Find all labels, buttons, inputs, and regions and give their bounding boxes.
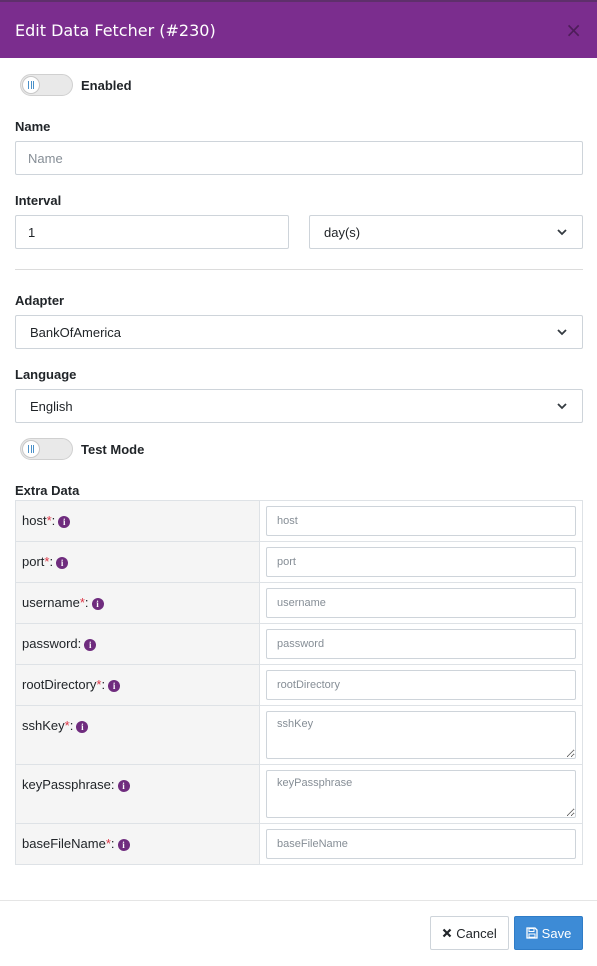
extra-data-basefilename-input[interactable] (266, 829, 576, 859)
chevron-down-icon (557, 229, 567, 236)
extra-data-key: rootDirectory (22, 677, 97, 692)
toggle-knob (22, 440, 40, 458)
info-icon[interactable]: i (58, 516, 71, 528)
extra-data-table: host*:iport*:iusername*:ipassword:irootD… (15, 500, 583, 865)
extra-data-key: port (22, 554, 45, 569)
extra-data-row: rootDirectory*: i (15, 664, 583, 706)
extra-data-key: password (22, 636, 78, 651)
key-colon: : (101, 677, 106, 692)
extra-data-value-cell (259, 623, 583, 665)
info-icon[interactable]: i (84, 639, 97, 651)
extra-data-username-input[interactable] (266, 588, 576, 618)
extra-data-key: username (22, 595, 80, 610)
extra-data-row: keyPassphrase: i (15, 764, 583, 824)
test-mode-toggle[interactable] (20, 438, 73, 460)
info-icon[interactable]: i (91, 598, 104, 610)
enabled-toggle-row: Enabled (20, 74, 132, 96)
extra-data-key-cell: host*: i (15, 500, 260, 542)
extra-data-key-cell: password: i (15, 623, 260, 665)
extra-data-row: baseFileName*: i (15, 823, 583, 865)
extra-data-key: baseFileName (22, 836, 106, 851)
test-mode-label: Test Mode (81, 441, 145, 457)
extra-data-key-cell: rootDirectory*: i (15, 664, 260, 706)
toggle-knob (22, 76, 40, 94)
extra-data-row: username*: i (15, 582, 583, 624)
extra-data-row: password: i (15, 623, 583, 665)
info-icon[interactable]: i (108, 680, 121, 692)
interval-value-input[interactable] (15, 215, 289, 249)
extra-data-sshkey-input[interactable] (266, 711, 576, 759)
extra-data-key-cell: baseFileName*: i (15, 823, 260, 865)
language-select[interactable]: English (15, 389, 583, 423)
chevron-down-icon (557, 403, 567, 410)
extra-data-key-cell: username*: i (15, 582, 260, 624)
key-colon: : (77, 636, 82, 651)
extra-data-key-cell: sshKey*: i (15, 705, 260, 765)
extra-data-host-input[interactable] (266, 506, 576, 536)
extra-data-keypassphrase-input[interactable] (266, 770, 576, 818)
test-mode-toggle-row: Test Mode (20, 438, 144, 460)
key-colon: : (84, 595, 89, 610)
extra-data-value-cell (259, 541, 583, 583)
name-input[interactable] (15, 141, 583, 175)
cancel-label: Cancel (456, 925, 497, 941)
extra-data-port-input[interactable] (266, 547, 576, 577)
extra-data-label: Extra Data (15, 483, 80, 498)
extra-data-row: host*: i (15, 500, 583, 542)
cancel-button[interactable]: Cancel (430, 916, 509, 950)
extra-data-key-cell: port*: i (15, 541, 260, 583)
info-icon[interactable]: i (76, 721, 89, 733)
extra-data-key: sshKey (22, 718, 65, 733)
adapter-label: Adapter (15, 293, 65, 308)
chevron-down-icon (557, 329, 567, 336)
extra-data-row: port*: i (15, 541, 583, 583)
extra-data-value-cell (259, 705, 583, 765)
info-icon[interactable]: i (117, 839, 130, 851)
key-colon: : (110, 836, 115, 851)
language-label: Language (15, 367, 77, 382)
times-icon (442, 928, 452, 938)
adapter-value: BankOfAmerica (30, 324, 122, 340)
interval-label: Interval (15, 193, 62, 208)
modal-header: Edit Data Fetcher (#230) × (0, 2, 597, 58)
extra-data-key: host (22, 513, 47, 528)
close-icon[interactable]: × (565, 20, 582, 40)
enabled-toggle[interactable] (20, 74, 73, 96)
extra-data-rootdirectory-input[interactable] (266, 670, 576, 700)
key-colon: : (51, 513, 56, 528)
extra-data-password-input[interactable] (266, 629, 576, 659)
extra-data-value-cell (259, 764, 583, 824)
key-colon: : (110, 777, 115, 792)
divider (15, 269, 583, 270)
extra-data-row: sshKey*: i (15, 705, 583, 765)
info-icon[interactable]: i (56, 557, 69, 569)
edit-data-fetcher-modal: Edit Data Fetcher (#230) × Enabled Name … (0, 0, 597, 966)
adapter-select[interactable]: BankOfAmerica (15, 315, 583, 349)
save-label: Save (541, 925, 572, 941)
floppy-disk-icon (526, 927, 538, 939)
language-value: English (30, 398, 73, 414)
extra-data-value-cell (259, 823, 583, 865)
name-label: Name (15, 119, 51, 134)
info-icon[interactable]: i (117, 780, 130, 792)
interval-unit-value: day(s) (324, 224, 361, 240)
extra-data-key-cell: keyPassphrase: i (15, 764, 260, 824)
extra-data-value-cell (259, 582, 583, 624)
extra-data-value-cell (259, 500, 583, 542)
footer-divider (0, 900, 597, 901)
key-colon: : (49, 554, 54, 569)
extra-data-key: keyPassphrase (22, 777, 111, 792)
enabled-label: Enabled (81, 77, 132, 93)
modal-title: Edit Data Fetcher (#230) (15, 20, 216, 40)
save-button[interactable]: Save (514, 916, 583, 950)
key-colon: : (69, 718, 74, 733)
extra-data-value-cell (259, 664, 583, 706)
interval-unit-select[interactable]: day(s) (309, 215, 583, 249)
